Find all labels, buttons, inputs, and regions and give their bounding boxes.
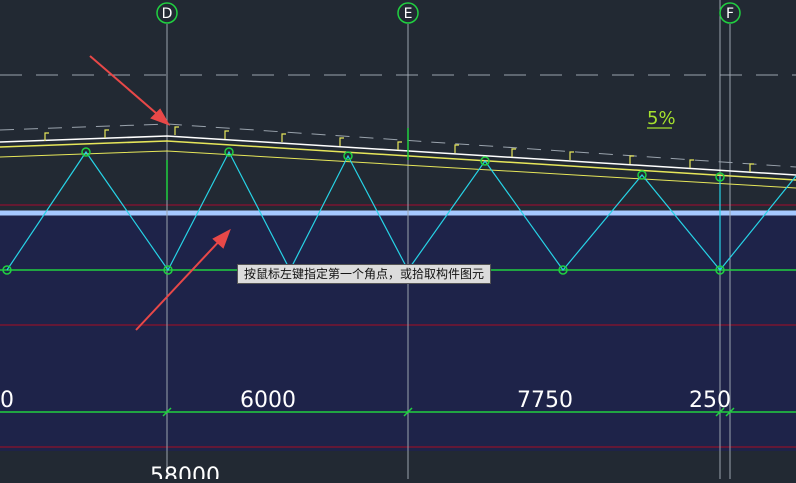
axis-label-f: F	[726, 6, 734, 22]
axis-label-e: E	[404, 6, 413, 22]
dimension-label-left: 0	[0, 388, 14, 413]
drawing-canvas[interactable]: D E F 5% 0 6000 7750 250 58000	[0, 0, 796, 483]
axis-bubble-e[interactable]: E	[397, 2, 419, 24]
truss-top-chord-inner	[0, 150, 796, 189]
axis-bubble-d[interactable]: D	[156, 2, 178, 24]
dimension-label-7750: 7750	[517, 388, 573, 413]
dimension-label-250: 250	[689, 388, 731, 413]
axis-label-d: D	[162, 6, 173, 22]
axis-bubble-f[interactable]: F	[719, 2, 741, 24]
overall-dimension-label: 58000	[150, 464, 220, 479]
slope-label: 5%	[647, 108, 676, 129]
cad-viewport[interactable]: D E F 5% 0 6000 7750 250 58000 按鼠标左键指定第一…	[0, 0, 796, 483]
command-tooltip: 按鼠标左键指定第一个角点，或拾取构件图元	[237, 264, 492, 284]
arrow-icon	[89, 55, 171, 126]
selection-region	[0, 213, 796, 451]
dimension-label-6000: 6000	[240, 388, 296, 413]
